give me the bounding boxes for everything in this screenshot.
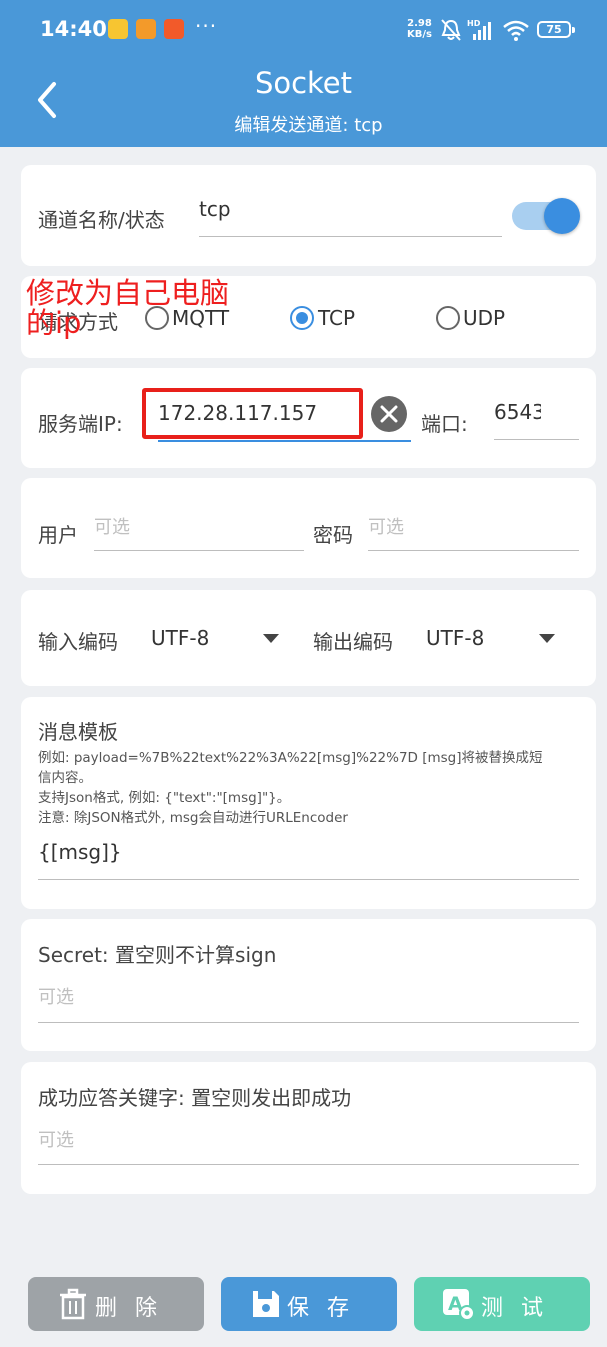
template-underline: [38, 879, 579, 880]
input-encoding-chevron-down-icon[interactable]: [263, 634, 279, 643]
port-underline: [494, 439, 579, 440]
hd-signal-icon: HD: [467, 19, 491, 40]
page-subtitle: 编辑发送通道: tcp: [234, 115, 383, 136]
output-encoding-label: 输出编码: [313, 630, 393, 654]
user-input[interactable]: 可选: [94, 513, 130, 539]
password-input[interactable]: 可选: [368, 513, 404, 539]
port-label: 端口:: [421, 412, 468, 436]
input-encoding-select[interactable]: UTF-8: [151, 626, 209, 650]
radio-tcp[interactable]: [290, 306, 314, 330]
radio-udp[interactable]: [436, 306, 460, 330]
annotation-text: 修改为自己电脑 的ip: [26, 278, 229, 338]
test-gear-icon: A: [443, 1289, 475, 1321]
template-card: 消息模板 例如: payload=%7B%22text%22%3A%22[msg…: [21, 697, 596, 909]
secret-input[interactable]: 可选: [38, 983, 74, 1009]
status-time: 14:40: [40, 17, 107, 41]
toggle-knob: [544, 198, 580, 234]
delete-button-label: 删除: [95, 1296, 176, 1321]
wifi-icon: [503, 20, 529, 41]
success-keyword-label: 成功应答关键字: 置空则发出即成功: [38, 1086, 352, 1110]
net-speed: 2.98 KB/s: [407, 18, 432, 40]
floppy-disk-icon: [253, 1291, 279, 1317]
server-ip-label: 服务端IP:: [38, 412, 123, 436]
save-button[interactable]: 保存: [221, 1277, 397, 1331]
template-hint-4: 注意: 除JSON格式外, msg会自动进行URLEncoder: [38, 810, 348, 826]
encoding-card: 输入编码 UTF-8 输出编码 UTF-8: [21, 590, 596, 686]
channel-name-input[interactable]: tcp: [199, 197, 231, 221]
auth-card: 用户 可选 密码 可选: [21, 478, 596, 578]
input-encoding-label: 输入编码: [38, 630, 118, 654]
app-header: 14:40 ··· 2.98 KB/s HD 75 Socket 编辑发送通道:…: [0, 0, 607, 147]
channel-name-underline: [199, 236, 502, 237]
test-button[interactable]: A 测试: [414, 1277, 590, 1331]
video-app-icon: [136, 19, 156, 39]
annotation-line-1: 修改为自己电脑: [26, 276, 230, 310]
trash-icon: [60, 1288, 86, 1320]
meituan-app-icon: [108, 19, 128, 39]
success-keyword-underline: [38, 1164, 579, 1165]
page-title: Socket: [254, 66, 353, 100]
password-underline: [368, 550, 579, 551]
net-speed-value: 2.98: [407, 18, 432, 29]
save-button-label: 保存: [287, 1296, 368, 1321]
channel-label: 通道名称/状态: [38, 208, 165, 232]
secret-underline: [38, 1022, 579, 1023]
battery-icon: 75: [537, 21, 575, 38]
output-encoding-select[interactable]: UTF-8: [426, 626, 484, 650]
delete-button[interactable]: 删除: [28, 1277, 204, 1331]
template-hint-3: 支持Json格式, 例如: {"text":"[msg]"}。: [38, 790, 291, 806]
more-notifications-icon: ···: [195, 14, 218, 38]
success-keyword-card: 成功应答关键字: 置空则发出即成功 可选: [21, 1062, 596, 1194]
channel-card: 通道名称/状态 tcp: [21, 165, 596, 266]
port-input[interactable]: 6543: [494, 400, 541, 424]
user-underline: [94, 550, 304, 551]
taobao-app-icon: [164, 19, 184, 39]
password-label: 密码: [313, 523, 353, 547]
secret-label: Secret: 置空则不计算sign: [38, 943, 277, 967]
annotation-line-2: 的ip: [26, 306, 82, 340]
annotation-highlight-box: [142, 388, 363, 439]
clear-ip-icon[interactable]: [371, 396, 407, 432]
output-encoding-chevron-down-icon[interactable]: [539, 634, 555, 643]
status-bar: 14:40 ··· 2.98 KB/s HD 75: [0, 0, 607, 60]
net-speed-unit: KB/s: [407, 29, 432, 40]
test-button-label: 测试: [481, 1296, 562, 1321]
template-hint-2: 信内容。: [38, 770, 92, 786]
radio-tcp-label[interactable]: TCP: [318, 306, 355, 330]
channel-status-toggle[interactable]: [512, 197, 580, 235]
success-keyword-input[interactable]: 可选: [38, 1126, 74, 1152]
template-hint-1: 例如: payload=%7B%22text%22%3A%22[msg]%22%…: [38, 750, 543, 766]
user-label: 用户: [38, 523, 78, 547]
svg-text:HD: HD: [467, 19, 481, 28]
radio-udp-label[interactable]: UDP: [463, 306, 505, 330]
template-input[interactable]: {[msg]}: [38, 840, 122, 864]
template-title: 消息模板: [38, 720, 118, 744]
secret-card: Secret: 置空则不计算sign 可选: [21, 919, 596, 1051]
mute-icon: [441, 19, 461, 41]
server-ip-underline: [158, 440, 411, 442]
port-input-clip: 6543: [494, 398, 541, 428]
